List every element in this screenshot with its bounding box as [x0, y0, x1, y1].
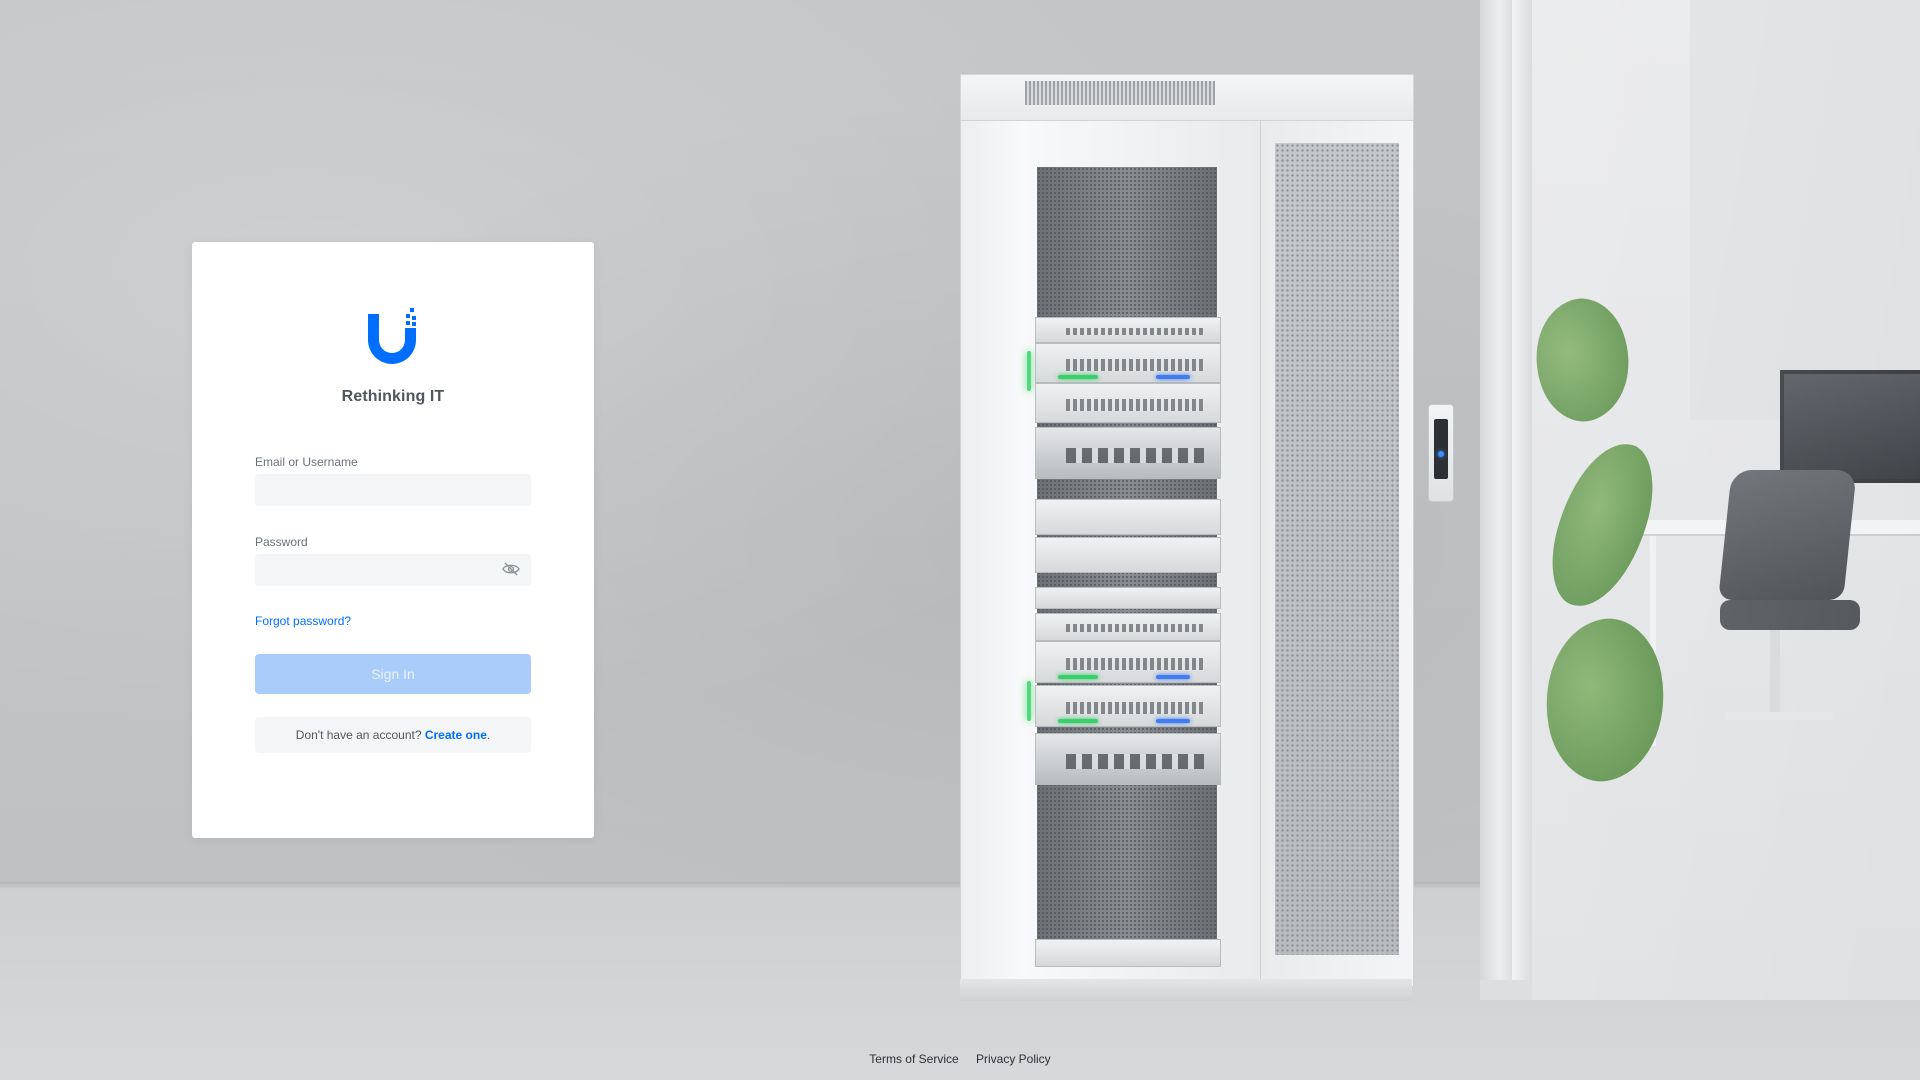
tagline: Rethinking IT	[341, 388, 445, 405]
rack-unit	[1035, 537, 1221, 573]
no-account-text: Don't have an account?	[295, 728, 422, 742]
rack-unit	[1035, 733, 1221, 785]
login-card: Rethinking IT Email or Username Password…	[192, 242, 594, 838]
rack-unit	[1035, 939, 1221, 967]
sign-in-button[interactable]: Sign In	[255, 654, 531, 694]
rack-unit	[1035, 427, 1221, 479]
ubiquiti-u-logo-icon	[368, 308, 416, 364]
privacy-policy-link[interactable]: Privacy Policy	[976, 1052, 1051, 1066]
rack-unit	[1035, 499, 1221, 535]
forgot-password-link[interactable]: Forgot password?	[255, 614, 351, 628]
create-account-box: Don't have an account? Create one.	[255, 717, 531, 753]
rack-unit	[1035, 613, 1221, 641]
background-glass-door	[1532, 0, 1920, 1000]
background-access-reader	[1428, 404, 1454, 502]
rack-unit	[1035, 383, 1221, 423]
email-input[interactable]	[255, 474, 531, 506]
rack-unit	[1035, 641, 1221, 683]
create-account-link[interactable]: Create one	[425, 728, 487, 742]
create-account-suffix: .	[486, 728, 491, 742]
password-label: Password	[255, 535, 308, 549]
rack-unit	[1035, 685, 1221, 727]
rack-unit	[1035, 587, 1221, 609]
eye-off-icon[interactable]	[502, 562, 520, 576]
background-door-frame-edge	[1512, 0, 1532, 980]
rack-unit	[1035, 343, 1221, 383]
login-page: Rethinking IT Email or Username Password…	[0, 0, 1920, 1080]
password-input[interactable]	[255, 554, 531, 586]
email-label: Email or Username	[255, 455, 358, 469]
terms-of-service-link[interactable]: Terms of Service	[869, 1052, 958, 1066]
rack-unit	[1035, 317, 1221, 343]
footer: Terms of Service Privacy Policy	[0, 1052, 1920, 1066]
background-network-rack	[960, 74, 1414, 1009]
